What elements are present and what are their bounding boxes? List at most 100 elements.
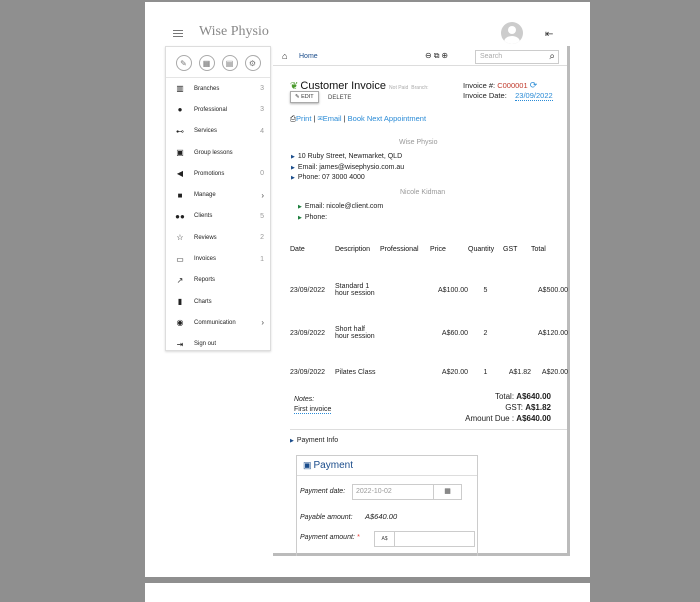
- sidebar-item-reviews[interactable]: ☆ Reviews 2: [166, 227, 270, 248]
- business-phone: Phone: 07 3000 4000: [297, 174, 365, 181]
- calendar-icon[interactable]: ▤: [221, 55, 238, 71]
- settings-icon[interactable]: ⚙: [244, 55, 261, 71]
- sidebar-item-label: Reports: [194, 277, 216, 284]
- refresh-icon[interactable]: ⟳: [530, 80, 538, 90]
- sidebar-item-group-lessons[interactable]: ▣ Group lessons: [166, 142, 270, 163]
- cell-description: Short half hour session: [335, 326, 375, 340]
- invoice-date[interactable]: 23/09/2022: [515, 91, 553, 101]
- sidebar-item-count: 5: [260, 212, 264, 220]
- briefcase-icon[interactable]: ▦: [198, 55, 215, 71]
- edit-icon: ✎: [295, 94, 300, 100]
- payment-date-label: Payment date:: [300, 488, 346, 495]
- quick-actions: ✎ ▦ ▤ ⚙: [166, 47, 270, 78]
- sidebar-item-manage[interactable]: ■ Manage ›: [166, 184, 270, 205]
- sidebar: ✎ ▦ ▤ ⚙ ▥ Branches 3 ● Professional 3 ⊷ …: [165, 46, 271, 351]
- sidebar-item-invoices[interactable]: ▭ Invoices 1: [166, 248, 270, 269]
- invoice-totals: Total: A$640.00 GST: A$1.82 Amount Due :…: [456, 391, 551, 424]
- table-header-row: Date Description Professional Price Quan…: [290, 242, 568, 256]
- sidebar-item-clients[interactable]: ●● Clients 5: [166, 206, 270, 227]
- sidebar-item-label: Manage: [194, 192, 216, 199]
- invoice-icon: ▭: [176, 254, 184, 264]
- column-header: Description: [335, 245, 371, 253]
- outdent-icon[interactable]: ⇤: [545, 29, 553, 40]
- cell-quantity: 5: [483, 286, 488, 294]
- notes-value[interactable]: First invoice: [294, 406, 332, 414]
- home-icon[interactable]: ⌂: [282, 51, 287, 61]
- caret-right-icon: ▶: [291, 154, 295, 160]
- column-header: Total: [531, 245, 546, 253]
- payment-card-title: Payment: [313, 460, 353, 471]
- cell-quantity: 2: [483, 329, 488, 337]
- megaphone-icon: ◀: [176, 169, 184, 179]
- invoice-number-label: Invoice #:: [463, 81, 496, 90]
- app-title: Wise Physio: [199, 24, 269, 39]
- payment-date-placeholder: 2022-10-02: [356, 488, 392, 495]
- cell-date: 23/09/2022: [290, 368, 326, 376]
- users-icon: ●●: [175, 211, 185, 221]
- sidebar-item-communication[interactable]: ◉ Communication ›: [166, 312, 270, 333]
- person-icon: ●: [177, 105, 183, 115]
- search-icon[interactable]: ⌕: [549, 51, 555, 62]
- money-icon: ▣: [303, 460, 312, 470]
- building-icon: ▥: [176, 84, 184, 94]
- cell-price: A$20.00: [441, 368, 468, 376]
- payment-amount-field[interactable]: A$: [374, 531, 475, 547]
- sidebar-item-label: Group lessons: [194, 149, 233, 156]
- delete-button[interactable]: DELETE: [328, 95, 351, 101]
- invoice-items-table: Date Description Professional Price Quan…: [290, 242, 568, 388]
- client-details: ▶ Email: nicole@client.com ▶ Phone:: [298, 202, 383, 223]
- sidebar-item-count: 2: [260, 234, 264, 242]
- next-page: [145, 583, 590, 602]
- sidebar-item-label: Reviews: [194, 234, 217, 241]
- payment-amount-label: Payment amount: *: [300, 534, 360, 541]
- chevron-right-icon: ›: [261, 190, 264, 200]
- zoom-in-icon[interactable]: ⊕: [441, 51, 450, 60]
- sidebar-item-label: Communication: [194, 319, 236, 326]
- search-input[interactable]: Search ⌕: [475, 50, 559, 64]
- main-content: ⌂ Home ⊖⧉⊕ Search ⌕ ❦ Customer Invoice No…: [273, 46, 570, 556]
- cell-professional: [380, 310, 430, 356]
- column-header: Price: [430, 245, 446, 253]
- edit-icon[interactable]: ✎: [175, 55, 192, 71]
- sidebar-item-services[interactable]: ⊷ Services 4: [166, 121, 270, 142]
- calendar-icon[interactable]: ▦: [433, 485, 461, 499]
- breadcrumb-home-link[interactable]: Home: [299, 53, 318, 60]
- zoom-out-icon[interactable]: ⊖: [425, 51, 434, 60]
- sidebar-item-count: 3: [260, 85, 264, 93]
- sidebar-item-branches[interactable]: ▥ Branches 3: [166, 78, 270, 99]
- sidebar-item-promotions[interactable]: ◀ Promotions 0: [166, 163, 270, 184]
- sidebar-item-label: Clients: [194, 213, 213, 220]
- table-row: 23/09/2022 Standard 1 hour session A$100…: [290, 270, 568, 310]
- client-name: Nicole Kidman: [400, 189, 446, 196]
- business-details: ▶ 10 Ruby Street, Newmarket, QLD ▶ Email: …: [291, 152, 404, 184]
- sidebar-item-label: Charts: [194, 298, 212, 305]
- business-address: 10 Ruby Street, Newmarket, QLD: [297, 153, 403, 160]
- sidebar-item-label: Promotions: [194, 170, 225, 177]
- sidebar-item-reports[interactable]: ↗ Reports: [166, 270, 270, 291]
- cell-professional: [380, 270, 430, 310]
- breadcrumb: ⌂ Home ⊖⧉⊕ Search ⌕: [273, 46, 567, 66]
- edit-button[interactable]: ✎ EDIT: [290, 91, 319, 103]
- table-row: 23/09/2022 Pilates Class A$20.00 1 A$1.8…: [290, 356, 568, 388]
- handshake-icon: ⊷: [176, 126, 184, 136]
- column-header: Quantity: [468, 245, 495, 253]
- gst-label: GST:: [505, 403, 523, 412]
- sidebar-item-count: 4: [260, 127, 264, 135]
- sidebar-item-label: Invoices: [194, 256, 217, 263]
- invoice-actions: ⎙Print | ✉Email | Book Next Appointment: [290, 114, 427, 123]
- sidebar-item-sign-out[interactable]: ⇥ Sign out: [166, 334, 270, 355]
- print-link[interactable]: Print: [296, 114, 311, 123]
- amount-due-value: A$640.00: [516, 414, 551, 423]
- book-appointment-link[interactable]: Book Next Appointment: [348, 114, 426, 123]
- sidebar-item-professional[interactable]: ● Professional 3: [166, 99, 270, 120]
- sidebar-item-charts[interactable]: ▮ Charts: [166, 291, 270, 312]
- payment-date-field[interactable]: 2022-10-02 ▦: [352, 484, 462, 500]
- avatar[interactable]: [501, 22, 523, 44]
- menu-icon[interactable]: [173, 30, 183, 39]
- payment-info-toggle[interactable]: ▶ Payment Info: [290, 437, 338, 444]
- invoice-number: C000001: [497, 81, 528, 90]
- status-badge: Not Paid: [389, 85, 409, 91]
- payment-amount-label-text: Payment amount:: [300, 534, 355, 541]
- column-header: Date: [290, 245, 305, 253]
- email-link[interactable]: Email: [323, 114, 342, 123]
